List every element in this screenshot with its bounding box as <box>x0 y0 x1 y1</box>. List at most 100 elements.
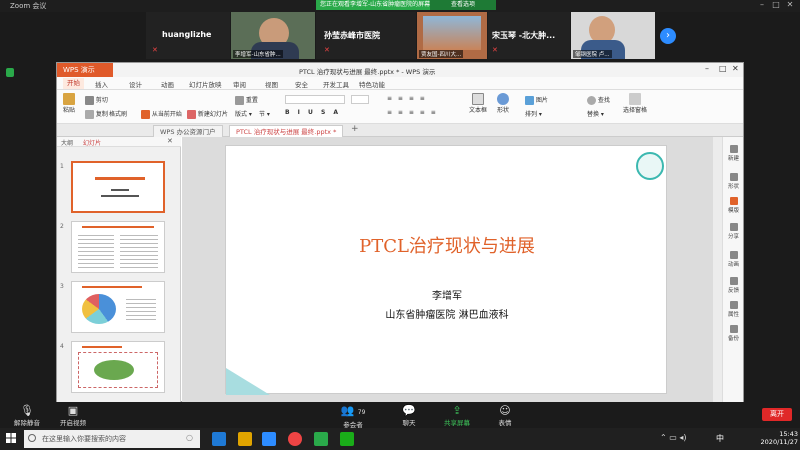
mic-muted-icon: ✕ <box>324 46 330 54</box>
next-page-button[interactable]: › <box>660 28 676 44</box>
participant-tile[interactable]: 孙莹赤峰市医院 ✕ <box>316 12 416 59</box>
font-style-buttons[interactable]: B I U S A <box>285 109 341 116</box>
window-title: PTCL 治疗现状与进展 最终.pptx * - WPS 演示 <box>299 68 436 76</box>
slide-institution: 山东省肿瘤医院 淋巴血液科 <box>385 310 509 321</box>
font-name-select[interactable] <box>285 95 345 104</box>
replace-button[interactable]: 替换 ▾ <box>587 109 604 118</box>
current-slide[interactable]: PTCL治疗现状与进展 李增军 山东省肿瘤医院 淋巴血液科 <box>225 145 667 395</box>
view-options-button[interactable]: 查看选项 <box>430 0 496 10</box>
search-icon <box>28 434 36 442</box>
ime-indicator[interactable]: 中 <box>716 433 724 444</box>
new-slide-button[interactable]: 新建幻灯片 <box>187 109 228 119</box>
wps-app-button[interactable]: WPS 演示 <box>57 63 113 77</box>
rail-template[interactable]: 模版 <box>723 197 744 214</box>
slide-panel: 大纲 幻灯片 ✕ 1 2 3 4 <box>57 137 181 403</box>
share-screen-button[interactable]: ⇪ 共享屏幕 <box>434 404 480 427</box>
windows-start-icon[interactable] <box>6 433 16 443</box>
arrange-button[interactable]: 排列 ▾ <box>525 109 542 118</box>
textbox-button[interactable]: 文本框 <box>469 93 487 114</box>
picture-icon <box>525 96 534 105</box>
leave-button[interactable]: 离开 <box>762 408 792 421</box>
tab-wps-portal[interactable]: WPS 办公资源门户 <box>153 125 223 137</box>
tab-review[interactable]: 审阅 <box>233 79 246 89</box>
tab-slides[interactable]: 幻灯片 <box>83 138 101 147</box>
picture-button[interactable]: 图片 <box>525 95 548 105</box>
reactions-button[interactable]: ☺ 表情 <box>482 404 528 427</box>
chat-button[interactable]: 💬 聊天 <box>386 404 432 427</box>
tab-insert[interactable]: 插入 <box>95 79 108 89</box>
format-painter-button[interactable]: 格式刷 <box>109 109 127 118</box>
rail-share[interactable]: 分享 <box>723 223 744 240</box>
tab-ptcl-document[interactable]: PTCL 治疗现状与进展 最终.pptx * <box>229 125 344 137</box>
wechat-work-icon[interactable] <box>314 432 328 446</box>
textbox-icon <box>472 93 484 105</box>
copy-button[interactable]: 复制 <box>85 109 108 119</box>
participant-tile[interactable]: 宋玉琴 -北大肿... ✕ <box>488 12 570 59</box>
participants-button[interactable]: 👥 79 参会者 <box>330 404 376 429</box>
rail-new[interactable]: 新建 <box>723 145 744 162</box>
taskbar-search-input[interactable]: 在这里输入你要搜索的内容 <box>24 430 200 448</box>
banner-text: 您正在观看李增军-山东省肿瘤医院的屏幕 <box>320 1 431 8</box>
participant-tile[interactable]: huanglizhe ✕ <box>146 12 230 59</box>
close-icon[interactable]: ✕ <box>167 137 173 145</box>
new-slide-icon <box>187 110 196 119</box>
align-buttons[interactable]: ≡ ≡ ≡ ≡ ≡ <box>387 109 438 116</box>
close-icon[interactable]: ✕ <box>784 0 796 11</box>
tab-security[interactable]: 安全 <box>295 79 308 89</box>
document-tabs: WPS 办公资源门户 PTCL 治疗现状与进展 最终.pptx * + <box>57 124 743 137</box>
slide-thumbnail[interactable] <box>71 161 165 213</box>
from-current-button[interactable]: 从当前开始 <box>141 109 182 119</box>
layout-button[interactable]: 版式 ▾ <box>235 109 252 118</box>
section-button[interactable]: 节 ▾ <box>259 109 270 118</box>
minimize-icon[interactable]: – <box>756 0 768 11</box>
rail-backup[interactable]: 备份 <box>723 325 744 342</box>
tab-view[interactable]: 视图 <box>265 79 278 89</box>
close-icon[interactable]: ✕ <box>732 64 739 73</box>
windows-taskbar: 在这里输入你要搜索的内容 ○ ⌃ ▭ ◂) 中 15:43 2020/11/27 <box>0 428 800 450</box>
tab-outline[interactable]: 大纲 <box>61 138 73 147</box>
cortana-icon[interactable]: ○ <box>186 433 193 442</box>
cut-button[interactable]: 剪切 <box>85 95 108 105</box>
slide-thumbnail[interactable] <box>71 221 165 273</box>
tab-start[interactable]: 开始 <box>63 78 84 89</box>
find-button[interactable]: 查找 <box>587 95 610 105</box>
unmute-button[interactable]: 🎙 解除静音 <box>4 404 50 427</box>
paste-button[interactable]: 粘贴 <box>63 93 75 114</box>
shape-button[interactable]: 形状 <box>497 93 509 114</box>
maximize-icon[interactable]: □ <box>719 64 727 73</box>
file-explorer-icon[interactable] <box>238 432 252 446</box>
edge-icon[interactable] <box>212 432 226 446</box>
reset-button[interactable]: 重置 <box>235 95 258 105</box>
participant-tile[interactable]: 邹钢医院 卢... <box>571 12 655 59</box>
participant-tile[interactable]: 李增军-山东省肿... <box>231 12 315 59</box>
vertical-scrollbar[interactable] <box>713 137 722 403</box>
tab-developer[interactable]: 开发工具 <box>323 79 349 89</box>
rail-properties[interactable]: 属性 <box>723 301 744 318</box>
slide-thumbnail[interactable] <box>71 281 165 333</box>
new-tab-button[interactable]: + <box>351 124 359 134</box>
paragraph-buttons[interactable]: ≡ ≡ ≡ ≡ <box>387 95 427 102</box>
participant-tile[interactable]: 贾友国-四川大... <box>417 12 487 59</box>
start-video-button[interactable]: ▣ 开启视频 <box>50 404 96 427</box>
search-icon <box>587 96 596 105</box>
zoom-taskbar-icon[interactable] <box>262 432 276 446</box>
font-size-select[interactable] <box>351 95 369 104</box>
maximize-icon[interactable]: □ <box>770 0 782 11</box>
tab-special[interactable]: 特色功能 <box>359 79 385 89</box>
tab-slideshow[interactable]: 幻灯片放映 <box>189 79 222 89</box>
system-clock[interactable]: 15:43 2020/11/27 <box>728 430 798 446</box>
wechat-icon[interactable] <box>340 432 354 446</box>
tab-design[interactable]: 设计 <box>129 79 142 89</box>
rail-shape[interactable]: 形状 <box>723 173 744 190</box>
rail-feedback[interactable]: 反馈 <box>723 277 744 294</box>
tab-animation[interactable]: 动画 <box>161 79 174 89</box>
tray-icons[interactable]: ⌃ ▭ ◂) <box>660 433 686 442</box>
shield-icon <box>6 68 14 77</box>
rail-animation[interactable]: 动画 <box>723 251 744 268</box>
chrome-icon[interactable] <box>288 432 302 446</box>
minimize-icon[interactable]: – <box>705 64 709 73</box>
slide-thumbnail[interactable] <box>71 341 165 393</box>
zoom-meeting-toolbar: 🎙 解除静音 ▣ 开启视频 👥 79 参会者 💬 聊天 ⇪ 共享屏幕 ☺ 表情 <box>0 402 800 429</box>
select-pane-button[interactable]: 选择窗格 <box>623 93 647 114</box>
slide-author: 李增军 <box>432 291 462 302</box>
